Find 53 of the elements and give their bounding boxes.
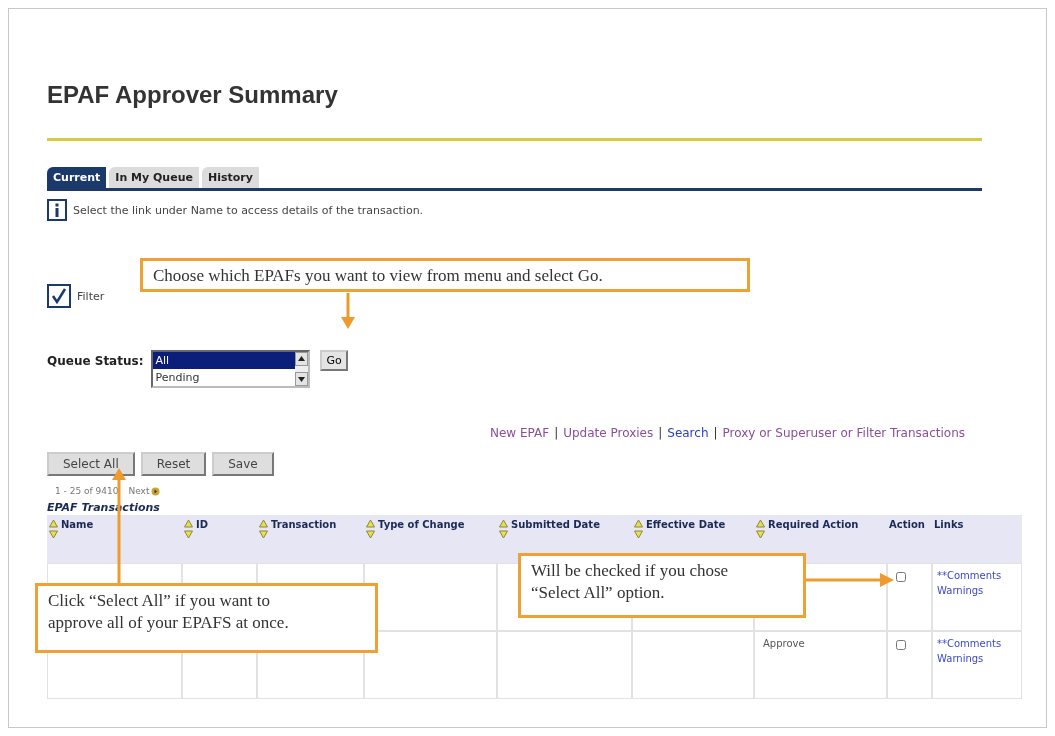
action-button[interactable]: Reset bbox=[140, 452, 207, 476]
next-icon[interactable] bbox=[151, 486, 161, 496]
action-button[interactable]: Select All bbox=[47, 452, 135, 476]
column-label: Submitted Date bbox=[511, 519, 600, 530]
row-link[interactable]: **Comments bbox=[937, 570, 1002, 581]
tab[interactable]: In My Queue bbox=[109, 167, 199, 188]
row-checkbox[interactable] bbox=[896, 572, 906, 582]
info-icon bbox=[47, 199, 67, 221]
next-link[interactable]: Next bbox=[128, 486, 150, 496]
sort-icon[interactable] bbox=[366, 519, 375, 539]
sort-icon[interactable] bbox=[184, 519, 193, 539]
column-label: Effective Date bbox=[646, 519, 726, 530]
tab[interactable]: Current bbox=[47, 167, 107, 188]
scroll-up-icon[interactable] bbox=[295, 352, 309, 366]
row-link[interactable]: **Comments bbox=[937, 638, 1002, 649]
callout-box: Choose which EPAFs you want to view from menu and select Go. bbox=[140, 258, 750, 292]
column-label: Name bbox=[61, 519, 94, 530]
go-button[interactable]: Go bbox=[320, 350, 348, 371]
page-title: EPAF Approver Summary bbox=[47, 80, 339, 110]
link-separator: | bbox=[713, 426, 718, 440]
sort-icon[interactable] bbox=[499, 519, 508, 539]
nav-link[interactable]: Proxy or Superuser or Filter Transactions bbox=[722, 426, 965, 440]
scroll-down-icon[interactable] bbox=[295, 372, 309, 386]
nav-link[interactable]: New EPAF bbox=[490, 426, 550, 440]
column-label: ID bbox=[196, 519, 209, 530]
row-link[interactable]: Warnings bbox=[937, 653, 984, 664]
row-link[interactable]: Warnings bbox=[937, 585, 984, 596]
list-option[interactable]: Pending bbox=[153, 369, 296, 386]
column-label: Required Action bbox=[768, 519, 859, 530]
link-separator: | bbox=[554, 426, 559, 440]
callout-box: Will be checked if you chose “Select All” option. bbox=[518, 553, 806, 618]
column-label: Action bbox=[889, 519, 925, 530]
column-label: Type of Change bbox=[378, 519, 465, 530]
sort-icon[interactable] bbox=[49, 519, 58, 539]
column-label: Transaction bbox=[271, 519, 337, 530]
callout-box: Click “Select All” if you want to approve all of your EPAFS at once. bbox=[35, 583, 378, 653]
list-option[interactable]: All bbox=[153, 352, 296, 369]
queue-status-label: Queue Status: bbox=[47, 354, 144, 368]
required-action: Approve bbox=[763, 638, 805, 649]
queue-status-list[interactable]: All Pending bbox=[151, 350, 311, 388]
nav-link[interactable]: Search bbox=[667, 426, 709, 440]
row-checkbox[interactable] bbox=[896, 640, 906, 650]
filter-label: Filter bbox=[77, 289, 105, 303]
link-separator: | bbox=[658, 426, 663, 440]
info-message: Select the link under Name to access details of the transaction. bbox=[73, 203, 424, 217]
sort-icon[interactable] bbox=[634, 519, 643, 539]
action-button[interactable]: Save bbox=[212, 452, 274, 476]
tab[interactable]: History bbox=[201, 167, 259, 188]
column-label: Links bbox=[934, 519, 964, 530]
sort-icon[interactable] bbox=[756, 519, 765, 539]
sort-icon[interactable] bbox=[259, 519, 268, 539]
nav-link[interactable]: Update Proxies bbox=[563, 426, 654, 440]
callout-arrow bbox=[341, 293, 355, 329]
